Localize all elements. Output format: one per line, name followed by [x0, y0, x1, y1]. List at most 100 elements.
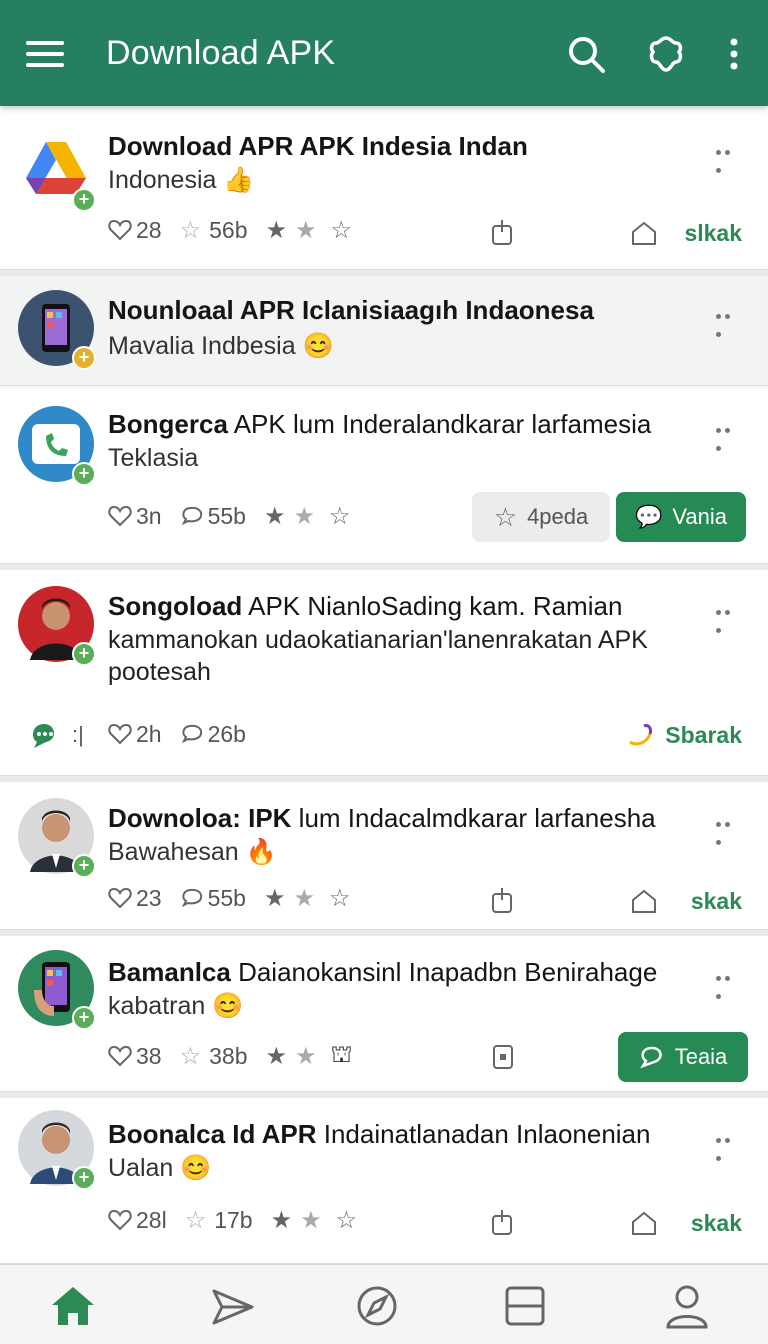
feed: + Download APR APK Indesia Indan Indones…	[0, 106, 768, 1264]
app-bar: Download APK	[0, 0, 768, 106]
star-filled-icon: ★	[295, 1042, 317, 1070]
star-filled-icon: ★	[263, 502, 286, 530]
rate-button-label: 4peda	[527, 504, 589, 529]
post-subtitle: Mavalia Indbesia	[108, 332, 296, 360]
chat-icon: 💬	[634, 504, 663, 529]
add-badge-icon[interactable]: +	[72, 462, 96, 486]
star-filled-icon: ★	[300, 1206, 322, 1234]
star-outline-icon: ☆	[493, 501, 518, 532]
star-stat[interactable]: ☆ 38b	[180, 1042, 248, 1071]
document-icon[interactable]	[492, 1044, 514, 1070]
post-title-rest: lum Indacalmdkarar larfanesha	[291, 803, 656, 833]
house-star-icon[interactable]: ⛫	[331, 1041, 353, 1071]
star-outline-icon[interactable]: ☆	[336, 1206, 358, 1235]
avatar: +	[18, 798, 96, 878]
chat-button[interactable]: 💬 Vania	[616, 492, 746, 542]
post-card[interactable]: + Downoloa: IPK lum Indacalmdkarar larfa…	[0, 782, 768, 930]
add-badge-icon[interactable]: +	[72, 1166, 96, 1190]
home-icon[interactable]	[48, 1281, 98, 1331]
like-stat[interactable]: 23	[108, 885, 162, 912]
chat-button-label: Vania	[672, 504, 728, 529]
bookmark-icon[interactable]	[630, 888, 658, 914]
bookmark-icon[interactable]	[630, 1210, 658, 1236]
add-badge-icon[interactable]: +	[72, 642, 96, 666]
post-card[interactable]: + Bamanlca Daianokansinl Inapadbn Benira…	[0, 936, 768, 1092]
comment-stat[interactable]: 55b	[180, 503, 246, 530]
star-stat[interactable]: ☆ 17b	[185, 1206, 253, 1235]
add-badge-icon[interactable]: +	[72, 1006, 96, 1030]
like-count: 3n	[136, 502, 162, 529]
share-icon[interactable]	[490, 218, 514, 246]
post-card[interactable]: + Download APR APK Indesia Indan Indones…	[0, 106, 768, 270]
comment-stat[interactable]: 26b	[180, 721, 246, 748]
like-count: 28	[136, 216, 162, 243]
action-link[interactable]: skak	[691, 888, 742, 915]
google-swirl-icon	[629, 724, 652, 746]
like-count: 38	[136, 1042, 162, 1069]
post-card[interactable]: + Boonalca Id APR Indainatlanadan Inlaon…	[0, 1098, 768, 1264]
share-icon[interactable]	[490, 886, 514, 914]
star-outline-icon[interactable]: ☆	[329, 502, 351, 531]
profile-icon[interactable]	[662, 1281, 712, 1331]
star-outline-icon: ☆	[179, 1042, 202, 1070]
chat-button-label: Teaia	[674, 1044, 728, 1069]
post-card[interactable]: + Nounloaal APR Iclanisiaagıh Indaonesa …	[0, 276, 768, 386]
like-stat[interactable]: 38	[108, 1043, 162, 1070]
share-icon[interactable]	[208, 1281, 258, 1331]
tab-icon[interactable]	[500, 1281, 550, 1331]
more-dots-icon[interactable]	[716, 142, 742, 173]
like-stat[interactable]: 2h	[108, 721, 162, 748]
more-dots-icon[interactable]	[716, 1130, 742, 1161]
like-count: 2h	[136, 720, 162, 747]
chat-bubble-icon[interactable]	[28, 720, 60, 752]
compass-icon[interactable]	[352, 1281, 402, 1331]
more-dots-icon[interactable]	[716, 306, 742, 337]
menu-icon[interactable]	[26, 41, 64, 67]
action-link[interactable]: Sbarak	[665, 722, 742, 749]
like-stat[interactable]: 28l	[108, 1207, 167, 1234]
more-dots-icon[interactable]	[716, 814, 742, 845]
add-badge-icon[interactable]: +	[72, 346, 96, 370]
more-dots-icon[interactable]	[716, 420, 742, 451]
post-title: Nounloaal APR Iclanisiaagıh Indaonesa	[108, 295, 594, 325]
action-link[interactable]: slkak	[684, 220, 742, 247]
app-title: Download APK	[106, 34, 336, 72]
star-count: 56b	[209, 216, 248, 243]
post-card[interactable]: + Songoload APK NianloSading kam. Ramian…	[0, 570, 768, 776]
star-stat[interactable]: ☆ 56b	[180, 216, 248, 245]
post-card[interactable]: + Bongerca APK lum Inderalandkarar larfa…	[0, 388, 768, 564]
star-filled-icon: ★	[265, 1042, 287, 1070]
like-stat[interactable]: 28	[108, 217, 162, 244]
star-outline-icon[interactable]: ☆	[329, 884, 351, 913]
avatar: +	[18, 586, 96, 666]
add-badge-icon[interactable]: +	[72, 188, 96, 212]
share-icon[interactable]	[490, 1208, 514, 1236]
star-filled-icon: ★	[293, 884, 315, 912]
star-outline-icon[interactable]: ☆	[331, 216, 353, 245]
post-subtitle: Ualan	[108, 1154, 174, 1182]
rate-button[interactable]: ☆ 4peda	[472, 492, 610, 542]
star-filled-icon: ★	[265, 216, 287, 244]
add-badge-icon[interactable]: +	[72, 854, 96, 878]
more-dots-icon[interactable]	[716, 968, 742, 999]
post-title-rest: Indainatlanadan Inlaonenian	[316, 1119, 651, 1149]
bookmark-icon[interactable]	[630, 220, 658, 246]
post-title-rest: APK lum Inderalandkarar larfamesia	[227, 409, 652, 439]
settings-icon[interactable]	[646, 34, 686, 74]
star-outline-icon: ☆	[184, 1206, 207, 1234]
heart-icon	[108, 723, 132, 745]
star-outline-icon: ☆	[179, 216, 202, 244]
separator-icon: :|	[72, 722, 84, 747]
comment-icon	[181, 506, 202, 526]
more-vert-icon[interactable]	[714, 34, 754, 74]
comment-stat[interactable]: 55b	[180, 885, 246, 912]
post-subtitle: Teklasia	[108, 444, 199, 472]
post-title: Songoload	[108, 591, 243, 621]
drive-app-icon: +	[18, 132, 96, 212]
chat-button[interactable]: Teaia	[618, 1032, 748, 1082]
more-dots-icon[interactable]	[716, 602, 742, 633]
search-icon[interactable]	[566, 34, 606, 74]
post-emoji: 👍	[223, 166, 255, 194]
like-stat[interactable]: 3n	[108, 503, 162, 530]
action-link[interactable]: skak	[691, 1210, 742, 1237]
